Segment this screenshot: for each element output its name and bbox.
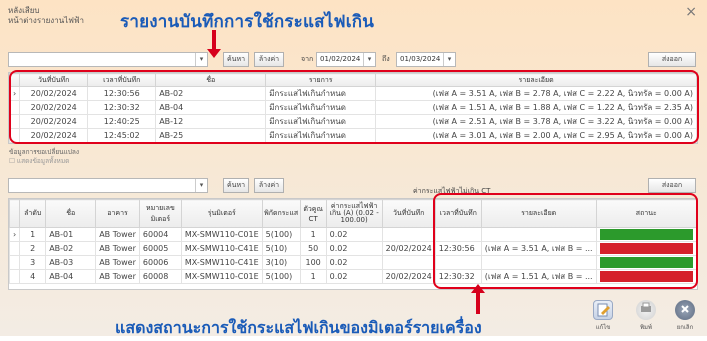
building-cell: AB Tower (95, 269, 140, 284)
close-icon[interactable]: × (685, 4, 697, 20)
model-cell: MX-SMW110-C41E (180, 241, 263, 256)
name-cell: AB-03 (45, 255, 97, 270)
col-header[interactable]: หมายเลขมิเตอร์ (138, 199, 182, 228)
show-all-checkbox[interactable]: ☐ แสดงข้อมูลทั้งหมด (9, 156, 69, 166)
meter-number-cell: 60008 (138, 269, 182, 284)
edit-icon (593, 300, 613, 320)
col-header[interactable]: รุ่นมิเตอร์ (180, 199, 263, 228)
rating-cell: 3(10) (261, 255, 301, 270)
export-button[interactable]: ส่งออก (648, 52, 696, 67)
ct-cell: 1 (299, 227, 327, 242)
threshold-cell: 0.02 (325, 269, 383, 284)
rating-cell: 5(100) (261, 269, 301, 284)
highlight-frame-top (9, 70, 699, 144)
row-indicator (8, 269, 21, 284)
threshold-cell: 0.02 (325, 255, 383, 270)
building-cell: AB Tower (95, 241, 140, 256)
date-cell (381, 227, 436, 242)
meter-filter-combo[interactable]: ▾ (8, 52, 208, 67)
clear-button[interactable]: ล้างค่า (254, 178, 284, 193)
model-cell: MX-SMW110-C41E (180, 255, 263, 270)
caption-annotation: แสดงสถานะการใช้กระแสไฟเกินของมิเตอร์รายเ… (115, 318, 482, 337)
meter-number-cell: 60004 (138, 227, 182, 242)
model-cell: MX-SMW110-C01E (180, 227, 263, 242)
col-header[interactable]: พิกัดกระแส (261, 199, 301, 228)
index-cell: 2 (19, 241, 47, 256)
date-cell: 20/02/2024 (381, 269, 436, 284)
name-cell: AB-01 (45, 227, 97, 242)
col-header[interactable]: ชื่อ (45, 199, 97, 228)
col-header[interactable]: ค่ากระแสไฟฟ้าเกิน (A) (0.02 - 100.00) (325, 199, 383, 228)
col-header[interactable]: อาคาร (95, 199, 140, 228)
checkbox-label: แสดงข้อมูลทั้งหมด (16, 157, 70, 165)
cancel-button[interactable]: ยกเลิก (666, 300, 704, 334)
to-date-value: 01/03/2024 (400, 55, 441, 63)
top-toolbar: ▾ ค้นหา ล้างค่า จาก 01/02/2024 ▾ ถึง 01/… (8, 52, 698, 70)
index-cell: 4 (19, 269, 47, 284)
headline-annotation: รายงานบันทึกการใช้กระแสไฟเกิน (120, 12, 375, 32)
arrow-up-icon (471, 284, 485, 314)
name-cell: AB-02 (45, 241, 97, 256)
checkbox-icon[interactable]: ☐ (9, 157, 15, 165)
meter-filter-combo[interactable]: ▾ (8, 178, 208, 193)
date-cell (381, 255, 436, 270)
ct-cell: 100 (299, 255, 327, 270)
report-window: หลังเสียบ หน้าต่างรายงานไฟฟ้า × รายงานบั… (0, 0, 707, 337)
index-cell: 3 (19, 255, 47, 270)
col-header[interactable]: ลำดับ (19, 199, 47, 228)
window-title: หลังเสียบ หน้าต่างรายงานไฟฟ้า (8, 6, 84, 26)
ct-cell: 50 (299, 241, 327, 256)
meter-number-cell: 60006 (138, 255, 182, 270)
to-label: ถึง (382, 55, 390, 63)
from-label: จาก (301, 55, 314, 63)
calendar-dropdown-icon[interactable]: ▾ (443, 53, 455, 66)
calendar-dropdown-icon[interactable]: ▾ (363, 53, 375, 66)
cancel-label: ยกเลิก (676, 324, 694, 331)
clear-button[interactable]: ล้างค่า (254, 52, 284, 67)
ct-cell: 1 (299, 269, 327, 284)
threshold-cell: 0.02 (325, 227, 383, 242)
from-date-value: 01/02/2024 (320, 55, 361, 63)
threshold-cell: 0.02 (325, 241, 383, 256)
export-button[interactable]: ส่งออก (648, 178, 696, 193)
row-indicator-header (8, 199, 21, 228)
name-cell: AB-04 (45, 269, 97, 284)
search-button[interactable]: ค้นหา (223, 178, 249, 193)
close-circle-icon (675, 300, 695, 320)
chevron-down-icon[interactable]: ▾ (195, 179, 207, 192)
search-button[interactable]: ค้นหา (223, 52, 249, 67)
chevron-down-icon[interactable]: ▾ (195, 53, 207, 66)
from-date-field[interactable]: 01/02/2024 ▾ (316, 52, 376, 67)
date-cell: 20/02/2024 (381, 241, 436, 256)
rating-cell: 5(100) (261, 227, 301, 242)
building-cell: AB Tower (95, 227, 140, 242)
print-label: พิมพ์ (640, 324, 652, 331)
rating-cell: 5(10) (261, 241, 301, 256)
print-button[interactable]: พิมพ์ (627, 300, 665, 334)
row-indicator: › (8, 227, 21, 242)
index-cell: 1 (19, 227, 47, 242)
edit-button[interactable]: แก้ไข (584, 300, 622, 334)
print-icon (636, 300, 656, 320)
window-title-line1: หลังเสียบ (8, 6, 40, 15)
col-header[interactable]: ตัวคูณ CT (299, 199, 327, 228)
arrow-down-icon (207, 30, 221, 58)
col-header[interactable]: วันที่บันทึก (381, 199, 436, 228)
meter-number-cell: 60005 (138, 241, 182, 256)
window-title-line2: หน้าต่างรายงานไฟฟ้า (8, 16, 85, 25)
row-indicator (8, 255, 21, 270)
highlight-frame-bottom (433, 193, 698, 289)
building-cell: AB Tower (95, 255, 140, 270)
edit-label: แก้ไข (595, 324, 611, 331)
model-cell: MX-SMW110-C01E (180, 269, 263, 284)
to-date-field[interactable]: 01/03/2024 ▾ (396, 52, 456, 67)
row-indicator (8, 241, 21, 256)
